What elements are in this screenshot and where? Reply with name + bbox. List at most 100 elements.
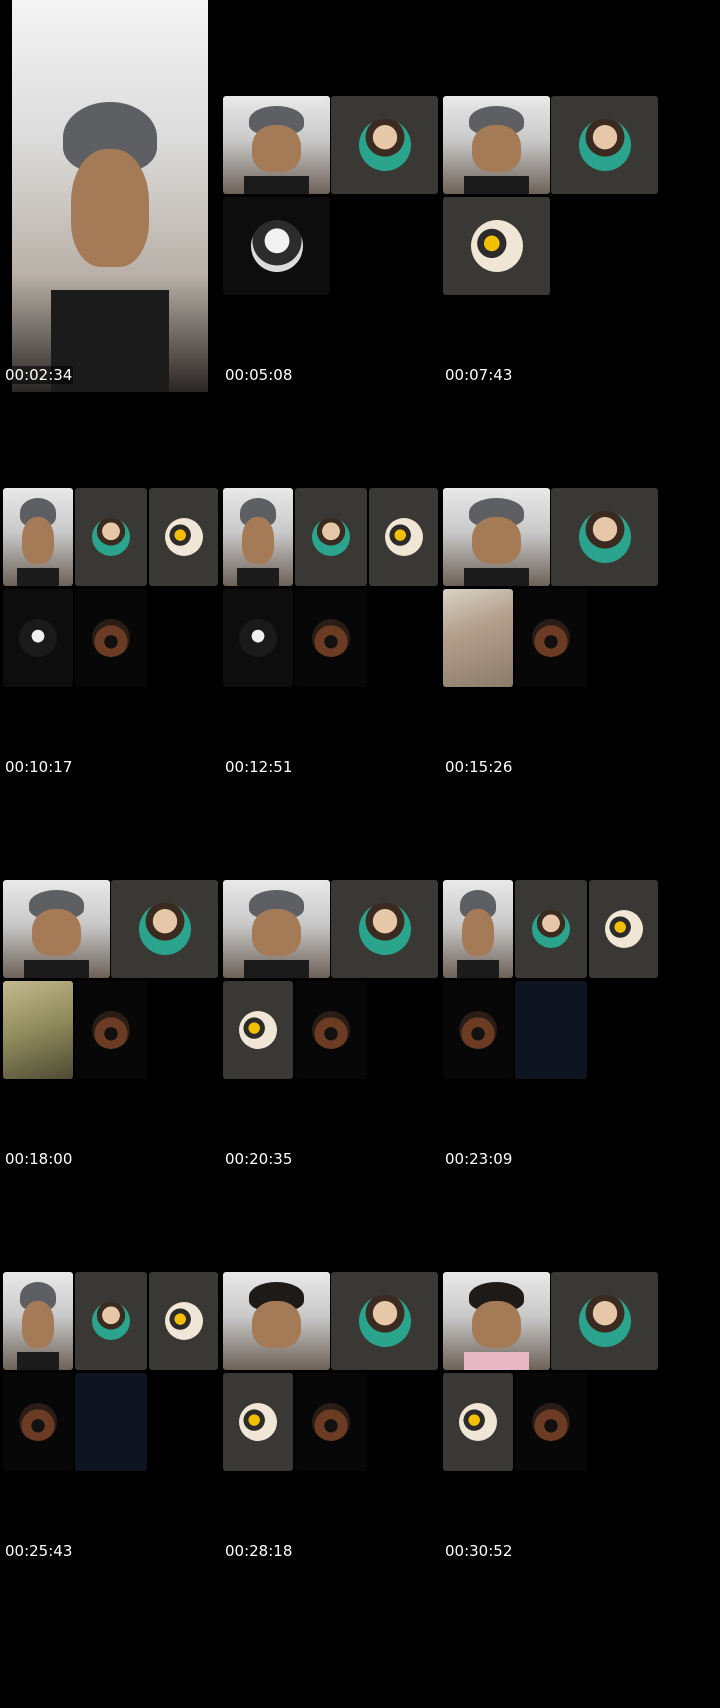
participant-avatar-tile — [443, 197, 550, 295]
face — [21, 517, 55, 565]
participant-avatar-tile — [515, 1373, 587, 1471]
contact-sheet-cell-7: 00:18:00 — [0, 784, 240, 1211]
profile-avatar — [164, 518, 203, 556]
face — [21, 1301, 55, 1349]
contact-sheet-cell-8: 00:20:35 — [220, 784, 460, 1211]
participant-video-tile — [3, 488, 73, 586]
face — [241, 517, 275, 565]
contact-sheet-cell-3: 00:07:43 — [440, 0, 680, 427]
profile-avatar — [312, 1011, 350, 1049]
profile-avatar — [19, 619, 57, 657]
face — [251, 125, 302, 173]
face — [461, 909, 495, 957]
participant-video-tile — [443, 488, 550, 586]
participant-video-tile — [223, 1272, 330, 1370]
participant-avatar-tile — [295, 488, 367, 586]
profile-avatar — [578, 511, 631, 563]
profile-avatar — [532, 1403, 570, 1441]
participant-video-tile-dark — [515, 981, 587, 1079]
profile-avatar — [164, 1302, 203, 1340]
profile-avatar — [532, 910, 570, 948]
participant-video-tile — [223, 96, 330, 194]
participant-video-tile — [3, 880, 110, 978]
participant-avatar-tile — [149, 1272, 218, 1370]
shared-photo-tile — [3, 981, 73, 1079]
profile-avatar — [250, 220, 303, 272]
profile-avatar — [604, 910, 643, 948]
participant-avatar-tile — [223, 1373, 293, 1471]
profile-avatar — [470, 220, 523, 272]
contact-sheet-cell-11: 00:28:18 — [220, 1176, 460, 1603]
face — [251, 1301, 302, 1349]
profile-avatar — [19, 1403, 57, 1441]
participant-avatar-tile — [515, 880, 587, 978]
contact-sheet-cell-2: 00:05:08 — [220, 0, 460, 427]
profile-avatar — [578, 119, 631, 171]
contact-sheet-cell-9: 00:23:09 — [440, 784, 680, 1211]
contact-sheet-cell-6: 00:15:26 — [440, 392, 680, 819]
profile-avatar — [138, 903, 191, 955]
tank-top — [244, 176, 309, 194]
participant-avatar-tile — [551, 96, 658, 194]
participant-video-tile — [443, 96, 550, 194]
timestamp: 00:15:26 — [444, 758, 514, 776]
participant-avatar-tile — [551, 1272, 658, 1370]
face — [471, 125, 522, 173]
participant-avatar-tile — [223, 589, 293, 687]
participant-avatar-tile — [443, 981, 513, 1079]
timestamp: 00:05:08 — [224, 366, 294, 384]
participant-video-tile — [223, 488, 293, 586]
participant-avatar-tile — [589, 880, 658, 978]
face — [31, 909, 82, 957]
contact-sheet-cell-1: 00:02:34 — [0, 0, 240, 427]
face — [70, 148, 150, 267]
participant-avatar-tile — [331, 96, 438, 194]
contact-sheet-cell-12: 00:30:52 — [440, 1176, 680, 1603]
face — [251, 909, 302, 957]
profile-avatar — [92, 619, 130, 657]
participant-avatar-tile — [331, 880, 438, 978]
video-frame — [12, 0, 208, 392]
timestamp: 00:28:18 — [224, 1542, 294, 1560]
participant-avatar-tile — [551, 488, 658, 586]
profile-avatar — [239, 1011, 277, 1049]
timestamp: 00:12:51 — [224, 758, 294, 776]
profile-avatar — [312, 518, 350, 556]
contact-sheet-cell-4: 00:10:17 — [0, 392, 240, 819]
timestamp: 00:02:34 — [4, 366, 74, 384]
timestamp: 00:23:09 — [444, 1150, 514, 1168]
face — [471, 1301, 522, 1349]
contact-sheet-cell-10: 00:25:43 — [0, 1176, 240, 1603]
tank-top — [457, 960, 499, 978]
participant-avatar-tile — [223, 981, 293, 1079]
participant-video-tile — [223, 880, 330, 978]
participant-avatar-tile — [295, 981, 367, 1079]
profile-avatar — [358, 1295, 411, 1347]
participant-avatar-tile — [75, 1272, 147, 1370]
participant-video-tile — [443, 1272, 550, 1370]
timestamp: 00:25:43 — [4, 1542, 74, 1560]
shared-photo-tile — [443, 589, 513, 687]
profile-avatar — [358, 119, 411, 171]
tank-top — [464, 176, 529, 194]
participant-video-tile — [443, 880, 513, 978]
profile-avatar — [358, 903, 411, 955]
profile-avatar — [459, 1011, 497, 1049]
tank-top — [17, 568, 59, 586]
timestamp: 00:18:00 — [4, 1150, 74, 1168]
profile-avatar — [312, 1403, 350, 1441]
participant-avatar-tile — [331, 1272, 438, 1370]
profile-avatar — [312, 619, 350, 657]
profile-avatar — [239, 619, 277, 657]
tank-top — [464, 568, 529, 586]
participant-avatar-tile — [75, 488, 147, 586]
participant-video-tile — [3, 1272, 73, 1370]
tank-top — [24, 960, 89, 978]
tank-top — [17, 1352, 59, 1370]
tank-top — [244, 960, 309, 978]
participant-avatar-tile — [295, 1373, 367, 1471]
participant-avatar-tile — [75, 589, 147, 687]
profile-avatar — [92, 1302, 130, 1340]
participant-avatar-tile — [111, 880, 218, 978]
participant-avatar-tile — [515, 589, 587, 687]
